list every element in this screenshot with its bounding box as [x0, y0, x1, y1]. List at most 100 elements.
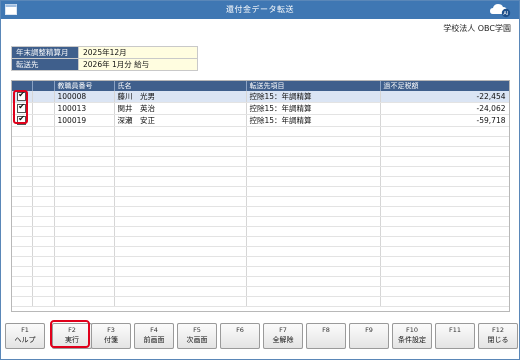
empty-cell[interactable] — [32, 236, 55, 247]
empty-row[interactable] — [12, 226, 509, 237]
empty-cell[interactable] — [32, 206, 55, 217]
empty-cell[interactable] — [54, 196, 115, 207]
empty-cell[interactable] — [114, 206, 247, 217]
empty-row[interactable] — [12, 236, 509, 247]
empty-cell[interactable] — [12, 246, 33, 257]
empty-row[interactable] — [12, 216, 509, 227]
empty-row[interactable] — [12, 246, 509, 257]
empty-cell[interactable] — [12, 206, 33, 217]
empty-row[interactable] — [12, 156, 509, 167]
empty-cell[interactable] — [246, 216, 381, 227]
empty-cell[interactable] — [380, 256, 509, 267]
empty-cell[interactable] — [12, 176, 33, 187]
empty-cell[interactable] — [54, 136, 115, 147]
empty-cell[interactable] — [246, 146, 381, 157]
empty-cell[interactable] — [246, 296, 381, 307]
empty-cell[interactable] — [380, 166, 509, 177]
empty-cell[interactable] — [114, 156, 247, 167]
empty-cell[interactable] — [246, 156, 381, 167]
empty-cell[interactable] — [114, 196, 247, 207]
f1-help-button[interactable]: F1 ヘルプ — [5, 323, 45, 349]
empty-row[interactable] — [12, 166, 509, 177]
empty-row[interactable] — [12, 286, 509, 297]
f9-button[interactable]: F9 — [349, 323, 389, 349]
empty-cell[interactable] — [380, 196, 509, 207]
empty-cell[interactable] — [246, 286, 381, 297]
empty-cell[interactable] — [32, 176, 55, 187]
empty-cell[interactable] — [380, 236, 509, 247]
empty-cell[interactable] — [12, 236, 33, 247]
col-header-tax-diff[interactable]: 過不足税額 — [380, 81, 509, 91]
refund-grid[interactable]: 教職員番号 氏名 転送先項目 過不足税額 ✔ 100008 藤川 光男 控除15… — [11, 80, 510, 312]
empty-cell[interactable] — [54, 156, 115, 167]
empty-cell[interactable] — [32, 156, 55, 167]
cell-staff-id[interactable]: 100019 — [54, 114, 115, 127]
cell-name[interactable]: 深瀬 安正 — [114, 114, 247, 127]
empty-cell[interactable] — [32, 266, 55, 277]
empty-cell[interactable] — [32, 246, 55, 257]
empty-cell[interactable] — [246, 186, 381, 197]
table-row[interactable]: ✔ 100008 藤川 光男 控除15：年調精算 -22,454 — [12, 91, 509, 103]
cell-staff-id[interactable]: 100008 — [54, 91, 115, 103]
empty-cell[interactable] — [246, 206, 381, 217]
empty-cell[interactable] — [246, 176, 381, 187]
empty-cell[interactable] — [32, 166, 55, 177]
cell-transfer-item[interactable]: 控除15：年調精算 — [246, 114, 381, 127]
empty-cell[interactable] — [54, 146, 115, 157]
empty-cell[interactable] — [246, 196, 381, 207]
empty-cell[interactable] — [12, 166, 33, 177]
empty-cell[interactable] — [12, 296, 33, 307]
empty-cell[interactable] — [32, 146, 55, 157]
empty-cell[interactable] — [114, 136, 247, 147]
cell-tax-diff[interactable]: -22,454 — [380, 91, 509, 103]
table-row[interactable]: ✔ 100019 深瀬 安正 控除15：年調精算 -59,718 — [12, 114, 509, 127]
empty-row[interactable] — [12, 146, 509, 157]
f5-next-screen-button[interactable]: F5 次画面 — [177, 323, 217, 349]
empty-cell[interactable] — [114, 276, 247, 287]
empty-cell[interactable] — [114, 266, 247, 277]
empty-cell[interactable] — [246, 266, 381, 277]
row-checkbox-cell[interactable]: ✔ — [12, 91, 33, 103]
f4-previous-screen-button[interactable]: F4 前画面 — [134, 323, 174, 349]
empty-row[interactable] — [12, 256, 509, 267]
empty-cell[interactable] — [246, 256, 381, 267]
empty-row[interactable] — [12, 176, 509, 187]
empty-cell[interactable] — [380, 266, 509, 277]
cell-name[interactable]: 藤川 光男 — [114, 91, 247, 103]
empty-cell[interactable] — [54, 286, 115, 297]
empty-cell[interactable] — [380, 296, 509, 307]
empty-cell[interactable] — [114, 176, 247, 187]
table-row[interactable]: ✔ 100013 関井 英治 控除15：年調精算 -24,062 — [12, 102, 509, 115]
f12-close-button[interactable]: F12 閉じる — [478, 323, 518, 349]
empty-cell[interactable] — [114, 186, 247, 197]
empty-cell[interactable] — [54, 236, 115, 247]
empty-cell[interactable] — [246, 246, 381, 257]
empty-cell[interactable] — [32, 186, 55, 197]
empty-row[interactable] — [12, 126, 509, 137]
empty-cell[interactable] — [246, 126, 381, 137]
empty-cell[interactable] — [32, 216, 55, 227]
empty-cell[interactable] — [114, 296, 247, 307]
empty-cell[interactable] — [12, 126, 33, 137]
empty-cell[interactable] — [114, 236, 247, 247]
empty-cell[interactable] — [54, 186, 115, 197]
empty-row[interactable] — [12, 276, 509, 287]
cell-transfer-item[interactable]: 控除15：年調精算 — [246, 102, 381, 115]
col-header-name[interactable]: 氏名 — [114, 81, 247, 91]
empty-cell[interactable] — [114, 216, 247, 227]
empty-cell[interactable] — [380, 156, 509, 167]
empty-cell[interactable] — [380, 146, 509, 157]
f10-condition-settings-button[interactable]: F10 条件設定 — [392, 323, 432, 349]
empty-cell[interactable] — [12, 136, 33, 147]
cell-staff-id[interactable]: 100013 — [54, 102, 115, 115]
empty-cell[interactable] — [54, 246, 115, 257]
f7-deselect-all-button[interactable]: F7 全解除 — [263, 323, 303, 349]
empty-row[interactable] — [12, 266, 509, 277]
empty-cell[interactable] — [32, 126, 55, 137]
empty-row[interactable] — [12, 296, 509, 307]
empty-cell[interactable] — [54, 206, 115, 217]
cell-transfer-item[interactable]: 控除15：年調精算 — [246, 91, 381, 103]
empty-cell[interactable] — [380, 286, 509, 297]
empty-cell[interactable] — [12, 266, 33, 277]
row-checkbox[interactable]: ✔ — [17, 103, 27, 114]
